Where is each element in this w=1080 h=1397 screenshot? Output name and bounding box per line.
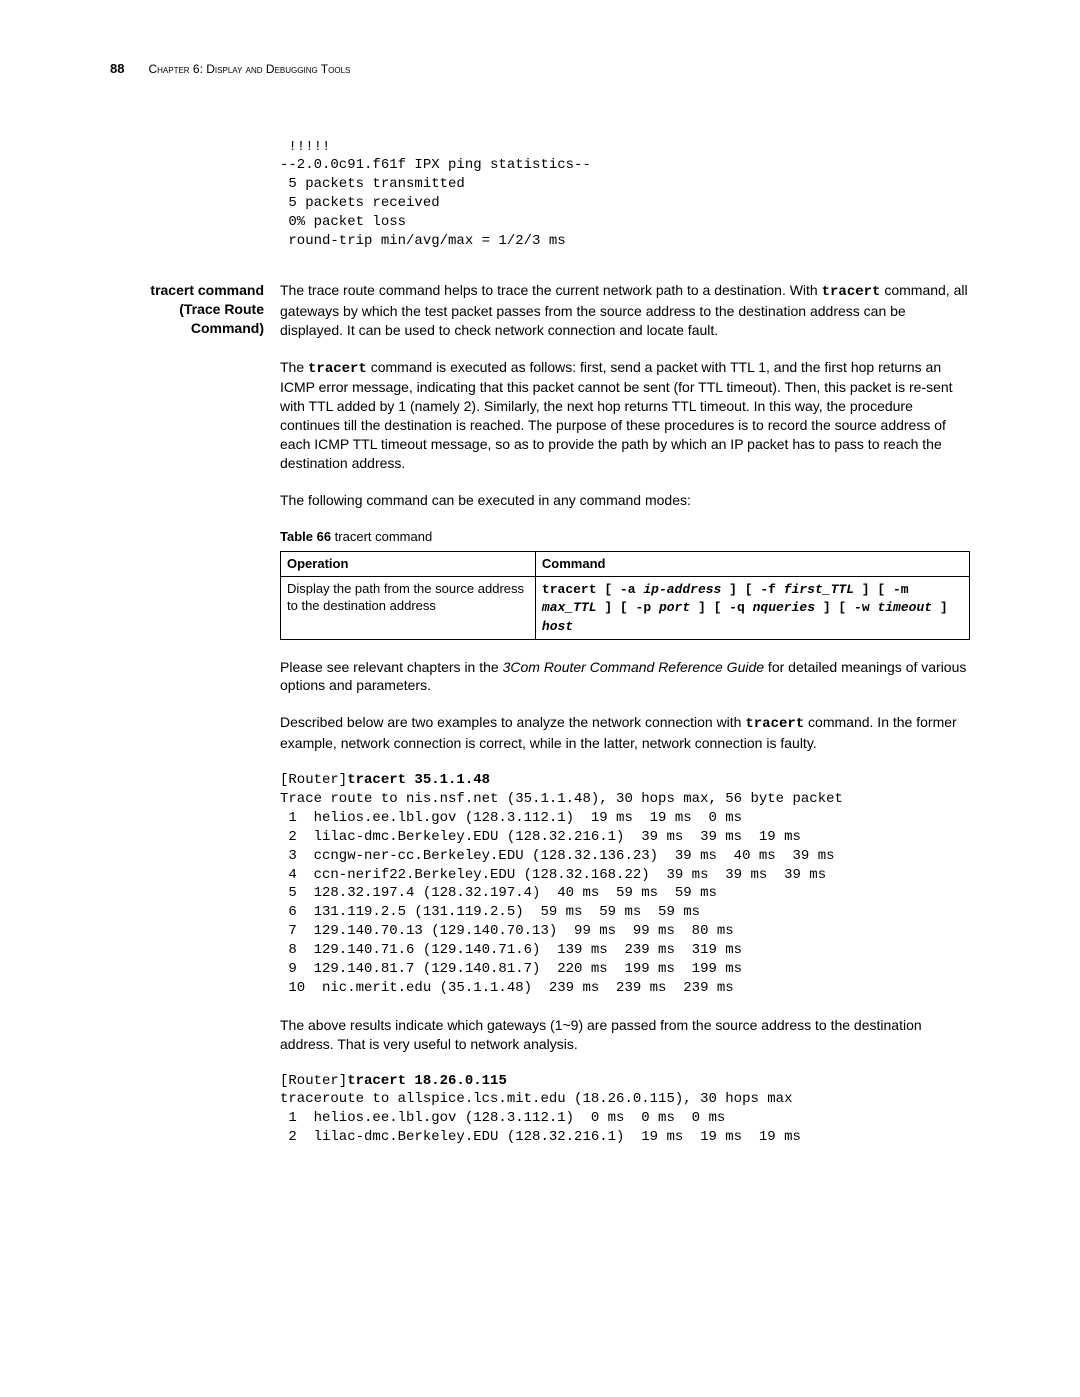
cmd-arg: ip-address [643, 582, 721, 597]
table-header-row: Operation Command [281, 552, 970, 577]
table-caption-bold: Table 66 [280, 529, 331, 544]
example-2-cmdline: [Router]tracert 18.26.0.115 [280, 1072, 970, 1091]
page: 88 Chapter 6: Display and Debugging Tool… [0, 0, 1080, 1397]
table-caption-rest: tracert command [331, 529, 432, 544]
paragraph-1: The trace route command helps to trace t… [280, 281, 970, 340]
cmd-arg: max_TTL [542, 600, 597, 615]
cmd-arg: port [659, 600, 690, 615]
section-content: The trace route command helps to trace t… [280, 281, 970, 1147]
cmd-arg: nqueries [753, 600, 815, 615]
td-operation: Display the path from the source address… [287, 581, 524, 614]
cmd-text: ] [ -p [597, 600, 659, 615]
example-2-output: traceroute to allspice.lcs.mit.edu (18.2… [280, 1090, 970, 1147]
para2-text-a: The [280, 359, 308, 375]
tracert-table: Operation Command Display the path from … [280, 551, 970, 639]
para4-text-a: Please see relevant chapters in the [280, 659, 503, 675]
paragraph-3: The following command can be executed in… [280, 491, 970, 510]
page-number: 88 [110, 60, 124, 78]
paragraph-4: Please see relevant chapters in the 3Com… [280, 658, 970, 696]
guide-title: 3Com Router Command Reference Guide [503, 659, 764, 675]
cmd-text: ] [ -w [815, 600, 877, 615]
page-header: 88 Chapter 6: Display and Debugging Tool… [110, 60, 970, 78]
tracert-keyword: tracert [822, 284, 881, 300]
cmd-text: ] [ -m [854, 582, 909, 597]
cmd-bold: tracert 18.26.0.115 [347, 1073, 507, 1089]
example-1-output: Trace route to nis.nsf.net (35.1.1.48), … [280, 790, 970, 998]
cmd-bold: tracert 35.1.1.48 [347, 772, 490, 788]
para2-text-b: command is executed as follows: first, s… [280, 359, 953, 471]
paragraph-6: The above results indicate which gateway… [280, 1016, 970, 1054]
cmd-arg: host [542, 619, 573, 634]
tracert-keyword: tracert [745, 716, 804, 732]
cmd-text: ] [ -q [690, 600, 752, 615]
th-operation: Operation [287, 556, 348, 571]
paragraph-5: Described below are two examples to anal… [280, 713, 970, 753]
cmd-arg: first_TTL [784, 582, 854, 597]
tracert-keyword: tracert [308, 361, 367, 377]
chapter-title: Chapter 6: Display and Debugging Tools [148, 61, 350, 77]
cmd-text: ] [ -f [721, 582, 783, 597]
paragraph-2: The tracert command is executed as follo… [280, 358, 970, 473]
side-heading: tracert command (Trace Route Command) [110, 281, 280, 1147]
example-2: [Router]tracert 18.26.0.115 traceroute t… [280, 1072, 970, 1148]
cmd-text: ] [932, 600, 948, 615]
table-caption: Table 66 tracert command [280, 528, 970, 546]
example-1: [Router]tracert 35.1.1.48 Trace route to… [280, 771, 970, 998]
top-code-block: !!!!! --2.0.0c91.f61f IPX ping statistic… [280, 138, 970, 251]
ipx-ping-output: !!!!! --2.0.0c91.f61f IPX ping statistic… [280, 138, 970, 251]
example-1-cmdline: [Router]tracert 35.1.1.48 [280, 771, 970, 790]
th-command: Command [542, 556, 606, 571]
table-row: Display the path from the source address… [281, 576, 970, 639]
para5-text-a: Described below are two examples to anal… [280, 714, 745, 730]
cmd-arg: timeout [877, 600, 932, 615]
para1-text-a: The trace route command helps to trace t… [280, 282, 822, 298]
prompt: [Router] [280, 1073, 347, 1089]
prompt: [Router] [280, 772, 347, 788]
cmd-text: tracert [ -a [542, 582, 643, 597]
section-tracert: tracert command (Trace Route Command) Th… [110, 281, 970, 1147]
td-command: tracert [ -a ip-address ] [ -f first_TTL… [535, 576, 969, 639]
